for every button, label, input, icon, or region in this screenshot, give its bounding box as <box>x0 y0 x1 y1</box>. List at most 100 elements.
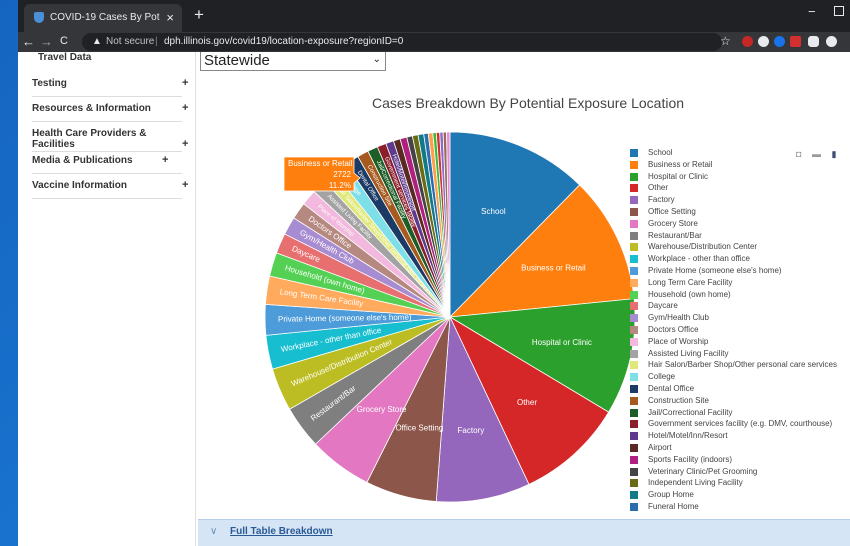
tooltip-count: 2722 <box>333 170 351 179</box>
legend-swatch <box>630 467 638 476</box>
extensions-puzzle-icon[interactable] <box>808 36 819 47</box>
legend-swatch <box>630 149 638 157</box>
tooltip-percent: 11.2% <box>329 181 351 190</box>
active-tab[interactable]: COVID-19 Cases By Potential Exp × <box>24 4 182 32</box>
legend-label: Office Setting <box>648 207 696 216</box>
legend-swatch <box>630 432 638 441</box>
legend-swatch <box>630 219 638 228</box>
maximize-icon[interactable] <box>834 6 844 16</box>
legend-swatch <box>630 172 638 181</box>
sidebar-item-label: Resources & Information <box>32 103 151 114</box>
tab-bar: COVID-19 Cases By Potential Exp × + − <box>18 0 850 32</box>
new-tab-button[interactable]: + <box>194 5 204 25</box>
legend-swatch <box>630 326 638 334</box>
legend-label: Long Term Care Facility <box>648 277 733 287</box>
extension-red-icon[interactable] <box>742 36 753 47</box>
legend-label: Sports Facility (indoors) <box>648 454 733 464</box>
sidebar-item-media[interactable]: Media & Publications + <box>32 151 182 174</box>
address-bar-row: ← → C ▲ Not secure | dph.illinois.gov/co… <box>18 32 850 52</box>
legend-swatch <box>630 208 638 216</box>
not-secure-label: Not secure <box>106 36 155 47</box>
legend-swatch <box>630 184 638 193</box>
profile-icon[interactable] <box>826 36 837 47</box>
url-text[interactable]: dph.illinois.gov/covid19/location-exposu… <box>164 36 403 47</box>
close-tab-icon[interactable]: × <box>166 10 174 25</box>
sidebar-item-label: Vaccine Information <box>32 180 128 191</box>
legend-swatch <box>630 349 638 358</box>
legend-label: Workplace - other than office <box>648 254 750 264</box>
legend-swatch <box>630 479 638 488</box>
legend-label: Independent Living Facility <box>648 478 743 488</box>
extension-blue-icon[interactable] <box>774 36 785 47</box>
url-separator: | <box>155 36 158 47</box>
table-breakdown-bar[interactable]: ∨ Full Table Breakdown <box>198 519 850 546</box>
sidebar: Travel Data Testing + Resources & Inform… <box>18 52 196 546</box>
sidebar-item-label: Testing <box>32 78 67 89</box>
legend-swatch <box>630 361 638 370</box>
bookmark-star-icon[interactable]: ☆ <box>720 34 731 48</box>
zoom-icon[interactable]: ▬ <box>812 149 821 159</box>
back-icon[interactable]: ← <box>22 34 35 49</box>
pie-slice-label: Grocery Store <box>357 405 407 414</box>
legend-swatch <box>630 255 638 264</box>
reload-icon[interactable]: C <box>60 35 68 47</box>
legend-swatch <box>630 491 638 500</box>
legend-swatch <box>630 290 638 299</box>
sidebar-item-resources[interactable]: Resources & Information + <box>32 99 188 122</box>
legend-label: Warehouse/Distribution Center <box>648 242 758 252</box>
legend-swatch <box>630 385 638 393</box>
legend-swatch <box>630 455 638 464</box>
hover-tooltip: Business or Retail 2722 11.2% <box>283 156 361 192</box>
browser-window: COVID-19 Cases By Potential Exp × + − ← … <box>18 0 850 546</box>
legend-label: Gym/Health Club <box>648 313 709 323</box>
sidebar-item-health-care[interactable]: Health Care Providers & Facilities + <box>32 124 188 152</box>
legend-label: Funeral Home <box>648 502 699 511</box>
page-content: Travel Data Testing + Resources & Inform… <box>18 52 850 546</box>
legend-label: Group Home <box>648 490 694 500</box>
sidebar-travel-data[interactable]: Travel Data <box>38 52 91 63</box>
sidebar-item-label: Health Care Providers & Facilities <box>32 128 147 150</box>
sidebar-divider <box>195 52 196 546</box>
sidebar-item-vaccine[interactable]: Vaccine Information + <box>32 176 188 199</box>
legend-label: Business or Retail <box>648 159 713 169</box>
legend-swatch <box>630 196 638 205</box>
extension-pdf-icon[interactable] <box>790 36 801 47</box>
extension-circle-icon[interactable] <box>758 36 769 47</box>
full-table-link[interactable]: Full Table Breakdown <box>230 526 333 537</box>
legend-swatch <box>630 444 638 452</box>
legend-swatch <box>630 314 638 323</box>
tooltip-label: Business or Retail <box>288 159 353 168</box>
legend-label: College <box>648 372 676 382</box>
legend-label: Private Home (someone else's home) <box>648 266 782 275</box>
shield-favicon-icon <box>34 12 44 23</box>
expand-plus-icon[interactable]: + <box>182 138 188 150</box>
legend-label: Other <box>648 183 669 193</box>
legend-label: Construction Site <box>648 395 709 405</box>
url-bar[interactable]: ▲ Not secure | dph.illinois.gov/covid19/… <box>82 33 722 51</box>
plotly-logo-icon[interactable]: ▮ <box>831 149 836 159</box>
region-select-value: Statewide <box>204 52 270 69</box>
legend-label: Assisted Living Facility <box>648 348 729 358</box>
warning-icon[interactable]: ▲ <box>92 36 102 47</box>
sidebar-item-testing[interactable]: Testing + <box>32 74 188 97</box>
expand-plus-icon[interactable]: + <box>182 179 188 191</box>
legend-label: Airport <box>648 443 672 452</box>
legend-label: Restaurant/Bar <box>648 230 702 240</box>
forward-icon[interactable]: → <box>40 34 53 49</box>
pie-slice-label: Hospital or Clinic <box>532 338 592 347</box>
legend-label: Grocery Store <box>648 218 698 228</box>
expand-arrow-icon[interactable]: ∨ <box>210 526 217 537</box>
legend-swatch <box>630 396 638 405</box>
pie-chart[interactable]: School Business or Retail Hospital or Clin… <box>228 132 648 532</box>
legend-swatch <box>630 267 638 275</box>
expand-plus-icon[interactable]: + <box>182 77 188 89</box>
camera-icon[interactable]: ◘ <box>796 149 801 159</box>
region-select[interactable]: Statewide ⌄ <box>200 52 386 71</box>
pie-slice-label: Business or Retail <box>521 263 586 272</box>
legend-label: Doctors Office <box>648 325 699 334</box>
expand-plus-icon[interactable]: + <box>182 102 188 114</box>
pie-slice-label: Factory <box>458 426 485 435</box>
minimize-icon[interactable]: − <box>808 4 816 19</box>
expand-plus-icon[interactable]: + <box>162 154 168 166</box>
legend-label: Hair Salon/Barber Shop/Other personal ca… <box>648 360 837 370</box>
